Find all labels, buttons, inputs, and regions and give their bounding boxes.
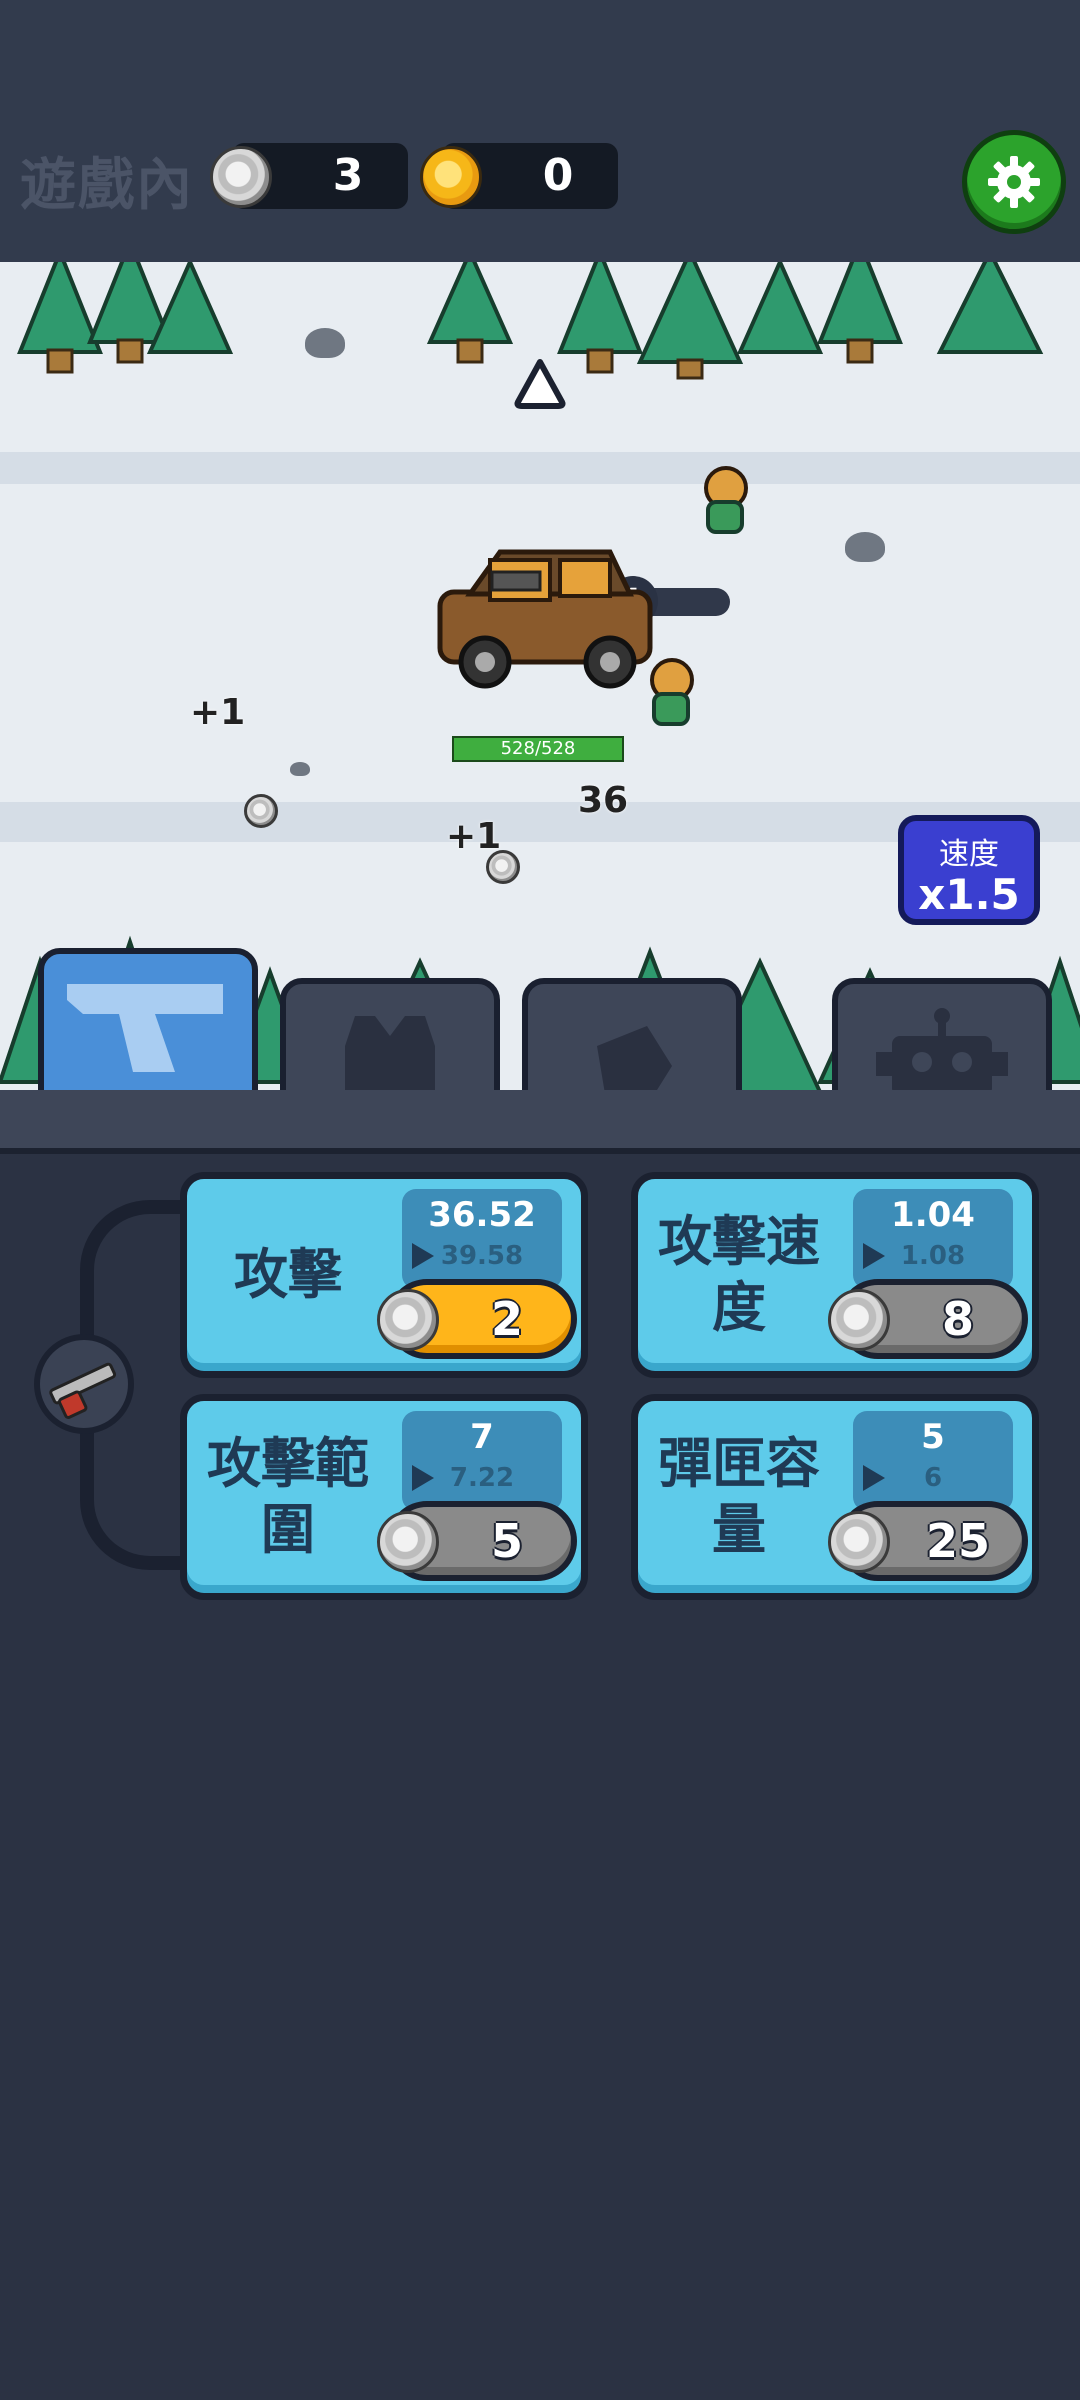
rock: [305, 328, 345, 358]
upgrade-title: 攻擊: [234, 1243, 342, 1306]
silver-coin-icon: [210, 146, 272, 208]
silver-coin-icon: [828, 1511, 890, 1573]
gear-icon: [988, 156, 1040, 208]
snow-ridge: [0, 452, 1080, 484]
current-value: 7: [470, 1417, 494, 1457]
upgrade-stat: 5 6: [853, 1411, 1013, 1511]
current-value: 5: [921, 1417, 945, 1457]
speed-value: x1.5: [918, 870, 1020, 919]
upgrade-stat: 36.52 39.58: [402, 1189, 562, 1289]
mode-label: 遊戲內: [20, 153, 194, 218]
upgrade-card-attack-range[interactable]: 攻擊範圍 7 7.22 5: [180, 1394, 588, 1600]
vehicle-hp-bar: 528/528: [452, 736, 624, 762]
speed-label: 速度: [939, 837, 999, 872]
speed-toggle-button[interactable]: 速度 x1.5: [898, 815, 1040, 925]
panel-header: [0, 1090, 1080, 1154]
upgrade-card-attack-speed[interactable]: 攻擊速度 1.04 1.08 8: [631, 1172, 1039, 1378]
next-value: 7.22: [449, 1463, 515, 1493]
gold-coin-icon: [420, 146, 482, 208]
rock: [290, 762, 310, 776]
zombie-enemy: [650, 658, 694, 726]
upgrade-cost-button[interactable]: 25: [828, 1501, 1028, 1581]
player-marker-icon: [514, 359, 566, 409]
upgrade-cost-button[interactable]: 8: [828, 1279, 1028, 1359]
coin-pickup-text: +1: [446, 816, 502, 857]
armored-car: [437, 549, 653, 689]
next-value: 39.58: [440, 1241, 524, 1271]
upgrade-stat: 7 7.22: [402, 1411, 562, 1511]
cost-value: 5: [490, 1514, 523, 1568]
upgrade-card-magazine-capacity[interactable]: 彈匣容量 5 6 25: [631, 1394, 1039, 1600]
silver-coin-icon: [377, 1511, 439, 1573]
cost-value: 8: [941, 1292, 974, 1346]
tab-weapon[interactable]: [38, 948, 258, 1098]
upgrade-title: 攻擊範圍: [207, 1432, 369, 1561]
upgrade-stat: 1.04 1.08: [853, 1189, 1013, 1289]
next-value: 6: [923, 1463, 943, 1493]
next-value: 1.08: [900, 1241, 966, 1271]
cost-value: 2: [490, 1292, 523, 1346]
silver-coin-icon: [377, 1289, 439, 1351]
upgrade-title: 彈匣容量: [658, 1432, 820, 1561]
category-tabs: [0, 930, 1080, 1128]
current-value: 36.52: [428, 1195, 536, 1235]
pistol-icon: [67, 984, 223, 1072]
cost-value: 25: [925, 1514, 990, 1568]
current-value: 1.04: [891, 1195, 975, 1235]
equipped-weapon-icon[interactable]: [34, 1334, 134, 1434]
upgrade-card-attack[interactable]: 攻擊 36.52 39.58 2: [180, 1172, 588, 1378]
gold-count: 0: [542, 150, 574, 201]
silver-count: 3: [332, 150, 364, 201]
upgrade-cost-button[interactable]: 2: [377, 1279, 577, 1359]
zombie-enemy: [704, 466, 748, 534]
shotgun-icon: [49, 1362, 117, 1419]
upgrade-title: 攻擊速度: [658, 1210, 820, 1339]
upgrade-cost-button[interactable]: 5: [377, 1501, 577, 1581]
silver-coin-icon: [828, 1289, 890, 1351]
coin-pickup-text: +1: [190, 692, 246, 733]
dropped-coin-icon: [244, 794, 278, 828]
rock: [845, 532, 885, 562]
top-bar: 遊戲內 3 0: [0, 0, 1080, 268]
settings-button[interactable]: [962, 130, 1066, 234]
damage-number: 36: [578, 780, 629, 821]
